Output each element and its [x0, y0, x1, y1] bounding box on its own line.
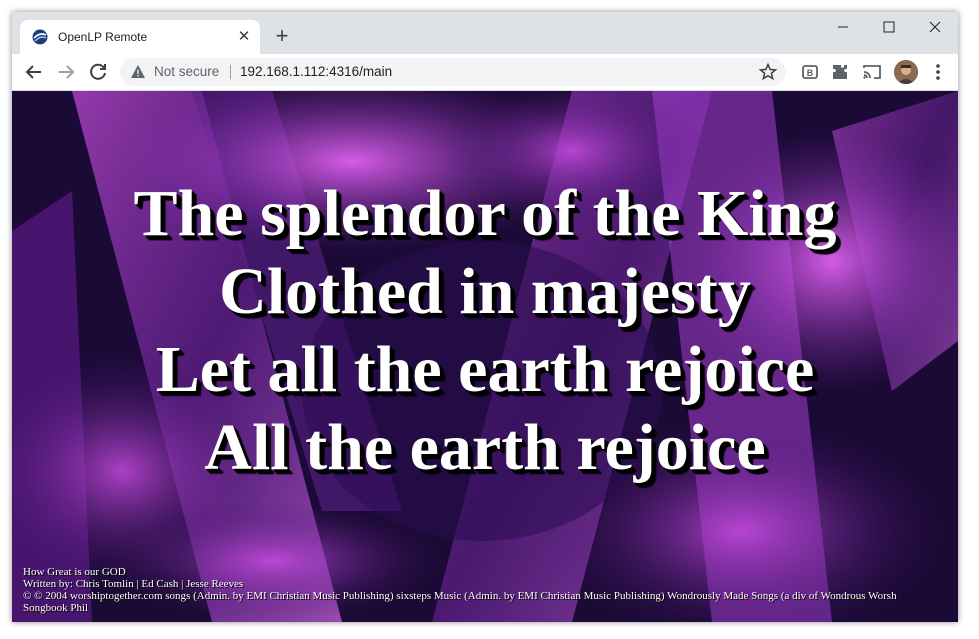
forward-icon[interactable]	[54, 60, 78, 84]
tab-title: OpenLP Remote	[58, 30, 148, 44]
url-text[interactable]: 192.168.1.112:4316/main	[240, 64, 392, 80]
lyric-line-4: All the earth rejoice	[204, 411, 766, 484]
reload-icon[interactable]	[86, 60, 110, 84]
lyric-line-2: Clothed in majesty	[219, 255, 751, 328]
slide-lyrics: The splendor of the King Clothed in maje…	[12, 175, 958, 487]
tab-openlp-remote[interactable]: OpenLP Remote ✕	[20, 20, 260, 54]
tab-close-icon[interactable]: ✕	[236, 29, 252, 45]
maximize-icon[interactable]	[866, 12, 912, 42]
browser-toolbar: Not secure 192.168.1.112:4316/main B	[12, 54, 958, 91]
address-separator	[230, 65, 231, 79]
back-icon[interactable]	[22, 60, 46, 84]
svg-text:B: B	[807, 68, 814, 78]
info-icon[interactable]	[130, 64, 146, 80]
slide-footer: How Great is our GOD Written by: Chris T…	[23, 566, 958, 614]
openlp-main-display: The splendor of the King Clothed in maje…	[12, 91, 958, 622]
minimize-icon[interactable]	[820, 12, 866, 42]
extensions-icon[interactable]	[828, 60, 852, 84]
songbook: Songbook Phil	[23, 602, 89, 614]
openlp-favicon-icon	[32, 29, 48, 45]
reader-mode-icon[interactable]: B	[798, 60, 822, 84]
song-title: How Great is our GOD	[23, 566, 126, 578]
cast-icon[interactable]	[860, 60, 884, 84]
new-tab-button[interactable]: +	[270, 25, 294, 49]
star-icon[interactable]	[758, 62, 778, 82]
song-copyright: © © 2004 worshiptogether.com songs (Admi…	[23, 590, 897, 602]
browser-window: OpenLP Remote ✕ + Not secure 192.168.1.1…	[12, 12, 958, 622]
address-bar[interactable]: Not secure 192.168.1.112:4316/main	[120, 58, 786, 86]
avatar[interactable]	[894, 60, 918, 84]
lyric-line-3: Let all the earth rejoice	[155, 333, 815, 406]
close-icon[interactable]	[912, 12, 958, 42]
menu-icon[interactable]	[926, 60, 950, 84]
song-authors: Written by: Chris Tomlin | Ed Cash | Jes…	[23, 578, 244, 590]
security-label: Not secure	[154, 64, 220, 79]
lyric-line-1: The splendor of the King	[133, 177, 837, 250]
tab-strip: OpenLP Remote ✕ +	[12, 12, 958, 54]
